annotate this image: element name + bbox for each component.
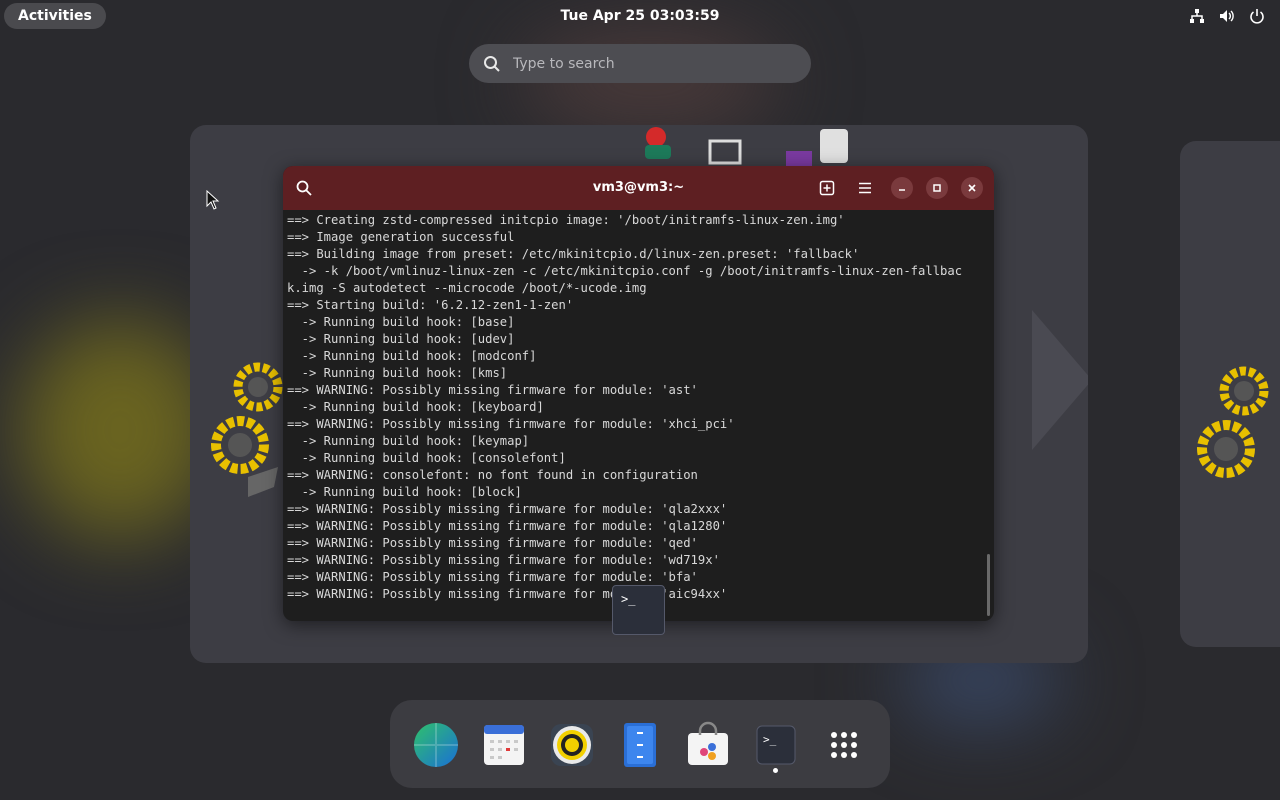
workspace-next[interactable]	[1180, 141, 1280, 647]
terminal-search-button[interactable]	[293, 177, 315, 199]
terminal-line: -> Running build hook: [block]	[287, 485, 522, 499]
terminal-line: -> Running build hook: [keymap]	[287, 434, 530, 448]
volume-icon[interactable]	[1218, 7, 1236, 25]
wallpaper-toys-icon	[645, 127, 848, 169]
search-icon	[296, 180, 312, 196]
terminal-line: ==> WARNING: Possibly missing firmware f…	[287, 570, 698, 584]
terminal-icon: >_	[756, 725, 796, 765]
terminal-header[interactable]: vm3@vm3:~	[283, 166, 994, 210]
browser-launcher[interactable]	[412, 721, 460, 769]
terminal-line: ==> Building image from preset: /etc/mki…	[287, 247, 860, 261]
software-store-launcher[interactable]	[684, 721, 732, 769]
terminal-line: ==> WARNING: Possibly missing firmware f…	[287, 519, 728, 533]
wallpaper-gear-icon	[211, 362, 283, 497]
terminal-output[interactable]: ==> Creating zstd-compressed initcpio im…	[287, 212, 987, 617]
terminal-line: -> Running build hook: [consolefont]	[287, 451, 566, 465]
system-tray[interactable]	[1188, 7, 1266, 25]
network-icon[interactable]	[1188, 7, 1206, 25]
terminal-scrollbar[interactable]	[987, 554, 990, 616]
new-tab-icon	[819, 180, 835, 196]
close-button[interactable]	[961, 177, 983, 199]
software-store-icon	[688, 721, 728, 765]
browser-icon	[414, 723, 458, 767]
terminal-line: ==> WARNING: Possibly missing firmware f…	[287, 383, 698, 397]
search-input[interactable]	[511, 54, 795, 73]
terminal-launcher[interactable]: >_	[752, 721, 800, 769]
music-player-icon	[551, 724, 593, 766]
terminal-line: -> Running build hook: [base]	[287, 315, 515, 329]
terminal-line: ==> WARNING: Possibly missing firmware f…	[287, 536, 698, 550]
files-icon	[624, 723, 656, 767]
terminal-prompt-icon: >_	[621, 592, 636, 606]
terminal-line: -> -k /boot/vmlinuz-linux-zen -c /etc/mk…	[287, 264, 963, 278]
terminal-line: ==> Starting build: '6.2.12-zen1-1-zen'	[287, 298, 574, 312]
clock[interactable]: Tue Apr 25 03:03:59	[0, 0, 1280, 32]
terminal-line: -> Running build hook: [keyboard]	[287, 400, 544, 414]
terminal-line: ==> WARNING: Possibly missing firmware f…	[287, 553, 720, 567]
new-tab-button[interactable]	[816, 177, 838, 199]
terminal-line: ==> WARNING: consolefont: no font found …	[287, 468, 698, 482]
app-grid-icon	[831, 732, 857, 758]
terminal-line: k.img -S autodetect --microcode /boot/*-…	[287, 281, 647, 295]
running-indicator	[773, 768, 778, 773]
minimize-button[interactable]	[891, 177, 913, 199]
terminal-line: -> Running build hook: [udev]	[287, 332, 515, 346]
terminal-line: -> Running build hook: [modconf]	[287, 349, 537, 363]
wallpaper-pattern-icon	[1032, 310, 1088, 450]
terminal-line: -> Running build hook: [kms]	[287, 366, 508, 380]
calendar-icon	[484, 725, 524, 765]
terminal-icon-prompt: >_	[763, 733, 777, 746]
dash-dock: >_	[390, 700, 890, 788]
terminal-line: ==> Image generation successful	[287, 230, 515, 244]
menu-icon	[859, 182, 871, 194]
wallpaper-gear-icon	[1197, 366, 1269, 478]
power-icon[interactable]	[1248, 7, 1266, 25]
search-bar[interactable]	[469, 44, 811, 83]
maximize-icon	[933, 184, 941, 192]
close-icon	[968, 184, 976, 192]
search-icon	[484, 55, 500, 72]
music-player-launcher[interactable]	[548, 721, 596, 769]
calendar-launcher[interactable]	[480, 721, 528, 769]
minimize-icon	[899, 189, 905, 191]
menu-button[interactable]	[854, 177, 876, 199]
mouse-cursor-icon	[206, 190, 220, 210]
top-bar: Activities Tue Apr 25 03:03:59	[0, 0, 1280, 32]
maximize-button[interactable]	[926, 177, 948, 199]
terminal-window-thumbnail[interactable]: >_	[612, 585, 665, 635]
files-launcher[interactable]	[616, 721, 664, 769]
terminal-line: ==> WARNING: Possibly missing firmware f…	[287, 502, 728, 516]
terminal-line: ==> WARNING: Possibly missing firmware f…	[287, 417, 735, 431]
terminal-line: ==> Creating zstd-compressed initcpio im…	[287, 213, 845, 227]
terminal-title: vm3@vm3:~	[592, 180, 685, 195]
show-apps-button[interactable]	[820, 721, 868, 769]
terminal-window[interactable]: vm3@vm3:~ ==> Creating zstd-compressed i…	[283, 166, 994, 621]
